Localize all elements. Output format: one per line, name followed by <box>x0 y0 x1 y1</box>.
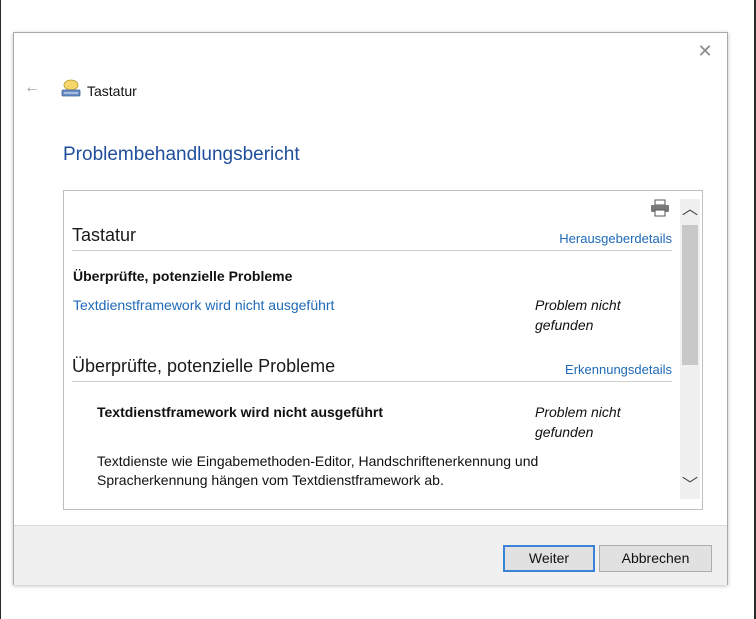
status-text: Problem nicht gefunden <box>535 402 645 442</box>
status-line: gefunden <box>535 317 594 333</box>
description-line: Spracherkennung hängen vom Textdienstfra… <box>97 472 444 488</box>
section-checked-issues-header: Überprüfte, potenzielle Probleme Erkennu… <box>72 355 672 382</box>
next-button[interactable]: Weiter <box>503 545 595 572</box>
dialog-footer: Weiter Abbrechen <box>14 525 727 585</box>
chevron-down-icon[interactable]: ﹀ <box>680 477 700 495</box>
scroll-thumb[interactable] <box>682 225 698 365</box>
issue-title: Textdienstframework wird nicht ausgeführ… <box>97 404 384 420</box>
page-title: Problembehandlungsbericht <box>63 144 300 165</box>
cancel-button[interactable]: Abbrechen <box>599 545 712 572</box>
description-line: Textdienste wie Eingabemethoden-Editor, … <box>97 453 539 469</box>
detection-details-link[interactable]: Erkennungsdetails <box>565 362 672 377</box>
keyboard-troubleshooter-icon <box>61 79 81 97</box>
report-scrollbar[interactable]: ︿ ﹀ <box>680 199 700 499</box>
status-text: Problem nicht gefunden <box>535 295 645 335</box>
chevron-up-icon[interactable]: ︿ <box>680 201 700 219</box>
issue-description: Textdienste wie Eingabemethoden-Editor, … <box>97 452 577 490</box>
status-line: Problem nicht <box>535 297 621 313</box>
status-line: Problem nicht <box>535 404 621 420</box>
background-window-edge-left <box>0 0 1 619</box>
publisher-details-link[interactable]: Herausgeberdetails <box>559 231 672 246</box>
status-line: gefunden <box>535 424 594 440</box>
report-panel: Tastatur Herausgeberdetails Überprüfte, … <box>63 190 703 510</box>
troubleshooter-dialog: ✕ ← Tastatur Problembehandlungsbericht T… <box>13 32 728 585</box>
section-title: Überprüfte, potenzielle Probleme <box>72 356 336 376</box>
close-icon[interactable]: ✕ <box>695 41 715 61</box>
printer-icon[interactable] <box>650 199 670 217</box>
issue-link[interactable]: Textdienstframework wird nicht ausgeführ… <box>73 297 334 313</box>
section-title: Tastatur <box>72 225 137 245</box>
window-title: Tastatur <box>87 83 137 99</box>
back-arrow-icon[interactable]: ← <box>24 79 40 97</box>
section-keyboard-header: Tastatur Herausgeberdetails <box>72 224 672 251</box>
checked-issues-heading: Überprüfte, potenzielle Probleme <box>73 268 293 284</box>
